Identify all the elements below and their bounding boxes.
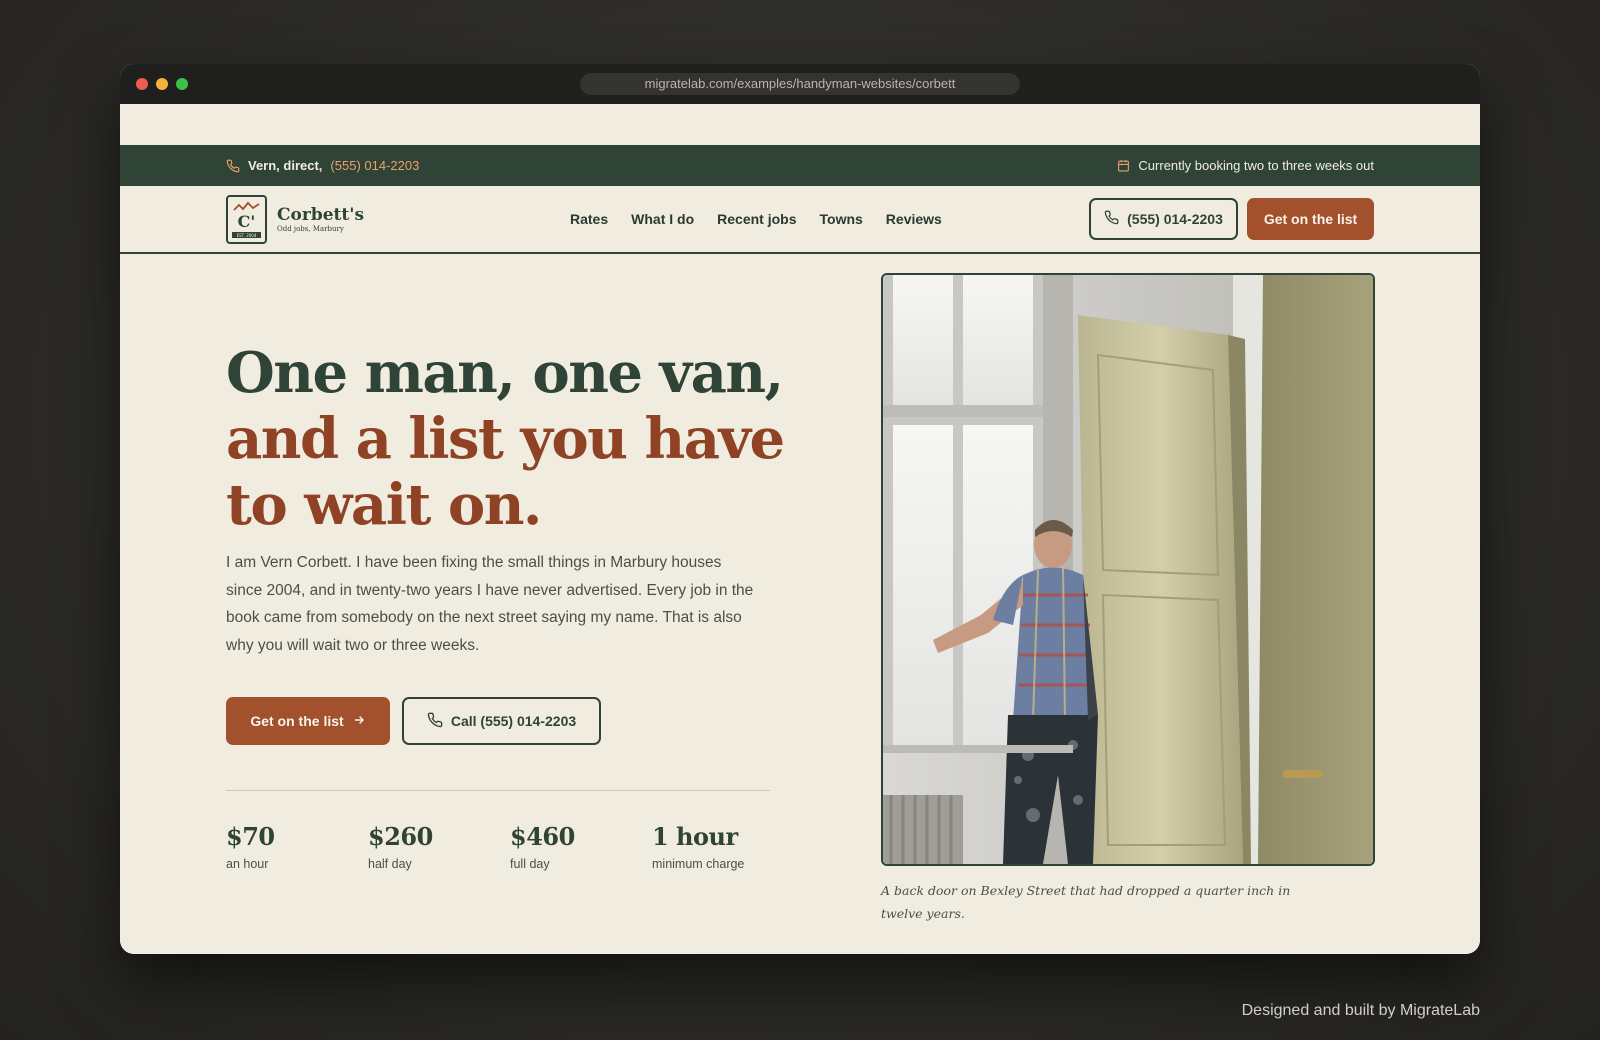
hero-primary-label: Get on the list [250, 713, 344, 729]
brand-tagline: Odd jobs, Marbury [277, 225, 344, 233]
logo-est: EST. 2004 [237, 233, 257, 238]
nav-link-towns[interactable]: Towns [820, 211, 863, 227]
logo-mark-icon: C' EST. 2004 [226, 194, 267, 244]
logo-letter: C' [238, 212, 256, 231]
nav-actions: (555) 014-2203 Get on the list [1089, 198, 1374, 240]
nav-link-what-i-do[interactable]: What I do [631, 211, 694, 227]
address-bar[interactable]: migratelab.com/examples/handyman-website… [580, 73, 1020, 95]
headline-line-1: One man, one van, [226, 340, 784, 406]
stat-label: minimum charge [652, 857, 745, 871]
main-nav: C' EST. 2004 Corbett's Odd jobs, Marbury… [120, 186, 1480, 254]
brand-logo[interactable]: C' EST. 2004 Corbett's Odd jobs, Marbury [226, 194, 364, 244]
stat-full-day: $460 full day [510, 822, 652, 871]
brand-name: Corbett's [277, 205, 365, 225]
nav-phone-label: (555) 014-2203 [1127, 211, 1223, 227]
arrow-right-icon [352, 713, 366, 730]
hero-call-button[interactable]: Call (555) 014-2203 [402, 697, 601, 745]
phone-icon [427, 712, 443, 731]
stats-divider [226, 790, 770, 791]
maximize-window-button[interactable] [176, 78, 188, 90]
hero-intro: I am Vern Corbett. I have been fixing th… [226, 554, 754, 654]
booking-status: Currently booking two to three weeks out [1138, 158, 1374, 173]
nav-links: Rates What I do Recent jobs Towns Review… [570, 211, 942, 227]
designer-credit[interactable]: Designed and built by MigrateLab [1242, 1002, 1480, 1020]
top-info-bar: Vern, direct, (555) 014-2203 Currently b… [120, 145, 1480, 186]
topbar-contact-label: Vern, direct, [248, 158, 323, 173]
nav-link-reviews[interactable]: Reviews [886, 211, 942, 227]
stat-half-day: $260 half day [368, 822, 510, 871]
stat-value: $260 [368, 822, 433, 851]
hero-photo [881, 273, 1375, 866]
hero-cta-row: Get on the list Call (555) 014-2203 [226, 697, 601, 745]
browser-window: migratelab.com/examples/handyman-website… [120, 64, 1480, 954]
handyman-door-photo [883, 275, 1373, 864]
nav-phone-button[interactable]: (555) 014-2203 [1089, 198, 1238, 240]
browser-chrome: migratelab.com/examples/handyman-website… [120, 64, 1480, 104]
calendar-icon [1117, 159, 1130, 172]
brand-text: Corbett's Odd jobs, Marbury [277, 205, 364, 233]
stat-minimum: 1 hour minimum charge [652, 822, 794, 871]
hero-secondary-label: Call (555) 014-2203 [450, 713, 577, 729]
photo-caption: A back door on Bexley Street that had dr… [881, 883, 1291, 921]
stat-value: $460 [510, 822, 575, 851]
nav-link-recent-jobs[interactable]: Recent jobs [717, 211, 796, 227]
stat-value: $70 [226, 822, 275, 851]
stat-label: full day [510, 857, 550, 871]
stat-value: 1 hour [652, 822, 738, 851]
nav-cta-label: Get on the list [1263, 211, 1358, 227]
close-window-button[interactable] [136, 78, 148, 90]
page: Vern, direct, (555) 014-2203 Currently b… [120, 104, 1480, 954]
page-top-spacer [120, 104, 1480, 145]
hero-headline: One man, one van, and a list you have to… [226, 340, 846, 538]
topbar-phone-link[interactable]: (555) 014-2203 [330, 158, 419, 173]
topbar-booking: Currently booking two to three weeks out [1117, 158, 1374, 173]
phone-icon [1104, 210, 1119, 228]
minimize-window-button[interactable] [156, 78, 168, 90]
hero-get-on-list-button[interactable]: Get on the list [226, 697, 390, 745]
nav-link-rates[interactable]: Rates [570, 211, 608, 227]
headline-line-2: and a list you have to wait on. [226, 406, 785, 538]
stat-label: half day [368, 857, 412, 871]
stat-hourly: $70 an hour [226, 822, 368, 871]
topbar-contact: Vern, direct, (555) 014-2203 [226, 158, 419, 173]
nav-get-on-list-button[interactable]: Get on the list [1247, 198, 1374, 240]
phone-icon [226, 159, 240, 173]
rate-stats: $70 an hour $260 half day $460 full day … [226, 822, 794, 871]
stat-label: an hour [226, 857, 269, 871]
